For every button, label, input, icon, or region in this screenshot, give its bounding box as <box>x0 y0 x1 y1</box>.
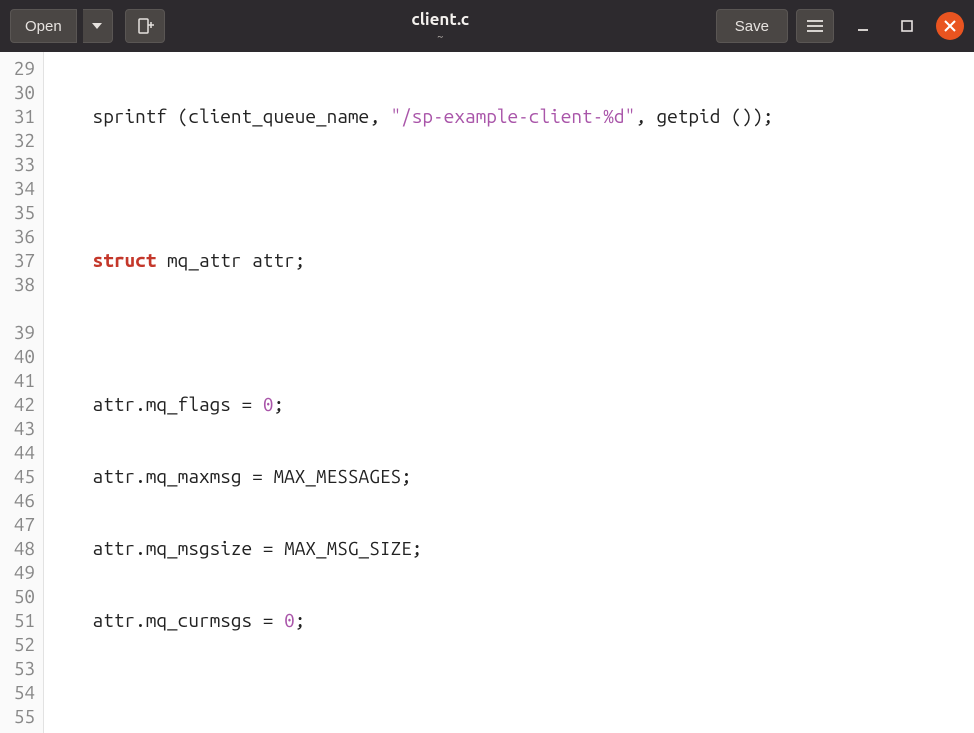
line-number: 38 <box>0 272 35 296</box>
code-line: struct mq_attr attr; <box>50 248 974 272</box>
new-tab-button[interactable] <box>125 9 165 43</box>
line-number: 42 <box>0 392 35 416</box>
line-number: 46 <box>0 488 35 512</box>
line-number: 35 <box>0 200 35 224</box>
line-number: 48 <box>0 536 35 560</box>
code-line: attr.mq_msgsize = MAX_MSG_SIZE; <box>50 536 974 560</box>
line-number: 37 <box>0 248 35 272</box>
save-button[interactable]: Save <box>716 9 788 43</box>
hamburger-icon <box>807 20 823 32</box>
line-number: 40 <box>0 344 35 368</box>
hamburger-menu-button[interactable] <box>796 9 834 43</box>
titlebar-right: Save <box>716 9 964 43</box>
new-document-icon <box>136 17 154 35</box>
line-number: 30 <box>0 80 35 104</box>
titlebar-left: Open <box>10 9 165 43</box>
line-number: 31 <box>0 104 35 128</box>
line-number-gutter: 29303132333435363738 39404142434445464748… <box>0 52 44 733</box>
line-number: 49 <box>0 560 35 584</box>
line-number: 52 <box>0 632 35 656</box>
line-number: 54 <box>0 680 35 704</box>
code-line <box>50 176 974 200</box>
minimize-button[interactable] <box>848 11 878 41</box>
open-button[interactable]: Open <box>10 9 77 43</box>
code-line: attr.mq_curmsgs = 0; <box>50 608 974 632</box>
line-number: 29 <box>0 56 35 80</box>
line-number: 45 <box>0 464 35 488</box>
line-number: 32 <box>0 128 35 152</box>
minimize-icon <box>856 19 870 33</box>
line-number: 51 <box>0 608 35 632</box>
document-path: ~ <box>173 31 708 43</box>
maximize-button[interactable] <box>892 11 922 41</box>
code-line: sprintf (client_queue_name, "/sp-example… <box>50 104 974 128</box>
document-title: client.c <box>173 10 708 29</box>
close-icon <box>944 20 956 32</box>
line-number: 53 <box>0 656 35 680</box>
titlebar-center: client.c ~ <box>173 10 708 43</box>
line-number: 33 <box>0 152 35 176</box>
code-line <box>50 320 974 344</box>
close-button[interactable] <box>936 12 964 40</box>
line-number: 47 <box>0 512 35 536</box>
maximize-icon <box>900 19 914 33</box>
line-number: 41 <box>0 368 35 392</box>
code-line <box>50 680 974 704</box>
editor: 29303132333435363738 39404142434445464748… <box>0 52 974 733</box>
chevron-down-icon <box>92 23 102 29</box>
code-line: attr.mq_maxmsg = MAX_MESSAGES; <box>50 464 974 488</box>
line-number: 39 <box>0 320 35 344</box>
code-line: attr.mq_flags = 0; <box>50 392 974 416</box>
line-number: 44 <box>0 440 35 464</box>
line-number: 34 <box>0 176 35 200</box>
line-number: 50 <box>0 584 35 608</box>
line-number: 43 <box>0 416 35 440</box>
line-number: 36 <box>0 224 35 248</box>
code-area[interactable]: sprintf (client_queue_name, "/sp-example… <box>44 52 974 733</box>
line-number-continuation <box>0 296 35 320</box>
line-number: 55 <box>0 704 35 728</box>
titlebar: Open client.c ~ Save <box>0 0 974 52</box>
open-dropdown-button[interactable] <box>83 9 113 43</box>
